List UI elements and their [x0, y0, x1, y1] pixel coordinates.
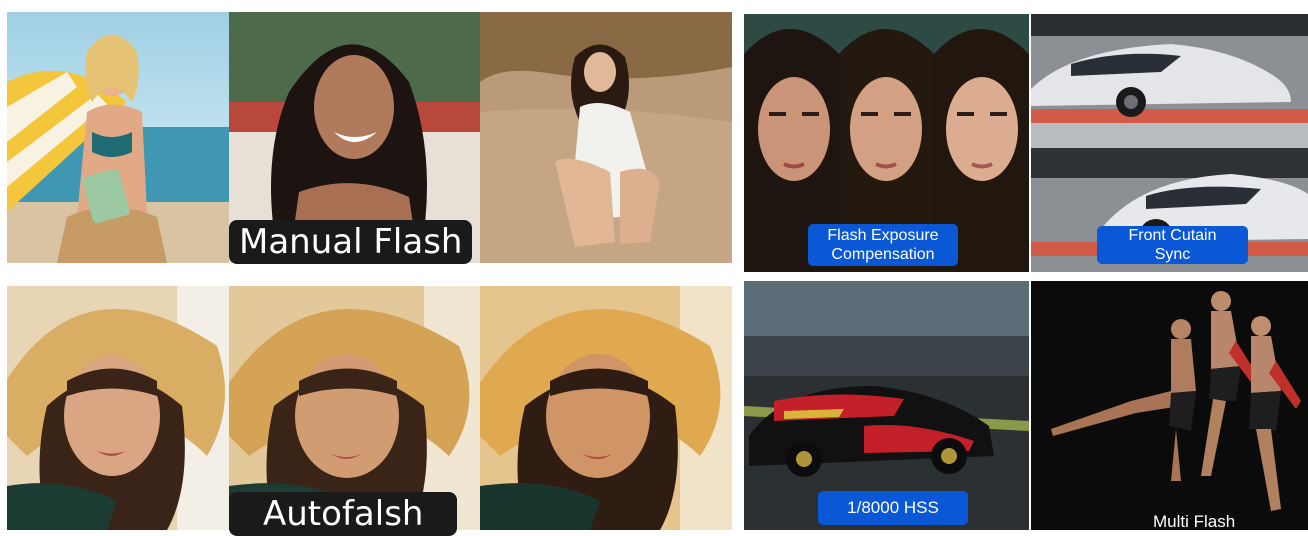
- photo-sitting-woman: [480, 12, 732, 263]
- badge-front-curtain-sync: Front Cutain Sync: [1097, 226, 1248, 264]
- badge-flash-exposure-line1: Flash Exposure: [827, 227, 939, 244]
- badge-hss: 1/8000 HSS: [818, 491, 968, 525]
- badge-manual-flash: Manual Flash: [229, 220, 473, 264]
- badge-front-curtain-line2: Sync: [1154, 246, 1191, 263]
- badge-front-curtain-line1: Front Cutain: [1128, 227, 1217, 244]
- badge-flash-exposure-compensation: Flash Exposure Compensation: [808, 224, 958, 266]
- photo-multi-flash-fighter: [1031, 281, 1308, 530]
- photo-hat-woman-1: [7, 286, 229, 530]
- photo-beach-woman: [7, 12, 229, 263]
- caption-multi-flash: Multi Flash: [1153, 512, 1236, 531]
- badge-autoflash: Autofalsh: [229, 492, 458, 536]
- photo-hat-woman-3: [480, 286, 732, 530]
- badge-flash-exposure-line2: Compensation: [831, 246, 935, 263]
